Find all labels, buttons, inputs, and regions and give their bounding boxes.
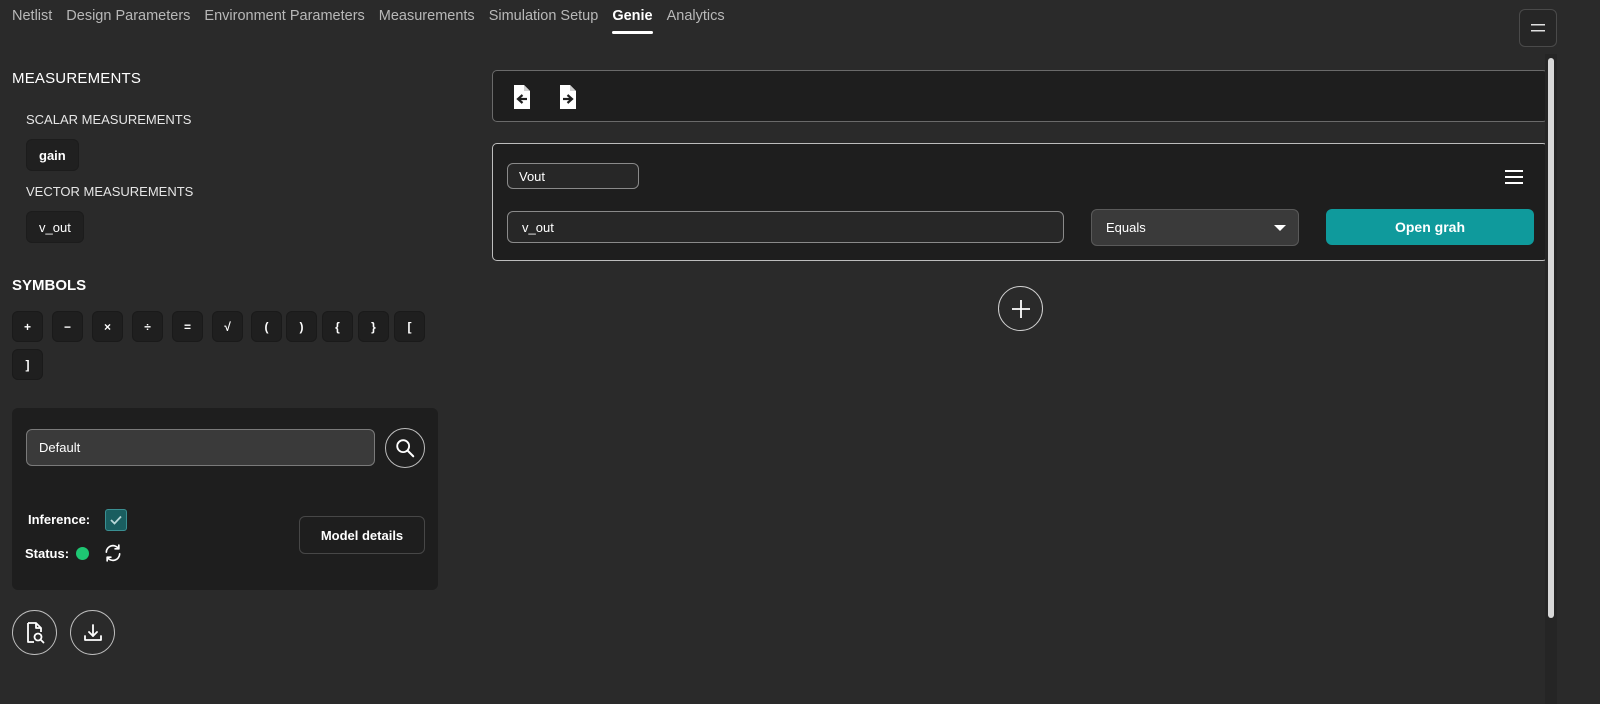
tab-analytics[interactable]: Analytics <box>667 8 725 30</box>
download-button[interactable] <box>70 610 115 655</box>
search-icon <box>396 439 415 458</box>
symbol-multiply[interactable]: × <box>92 311 123 342</box>
model-input[interactable] <box>26 429 375 466</box>
open-graph-button[interactable]: Open grah <box>1326 209 1534 245</box>
menu-button[interactable] <box>1519 9 1557 47</box>
measurement-chip-gain[interactable]: gain <box>26 139 79 171</box>
card-menu-icon[interactable] <box>1505 168 1525 186</box>
check-icon <box>110 515 122 525</box>
status-indicator <box>76 547 89 560</box>
symbol-minus[interactable]: − <box>52 311 83 342</box>
tab-netlist[interactable]: Netlist <box>12 8 52 30</box>
symbol-divide[interactable]: ÷ <box>132 311 163 342</box>
symbol-sqrt[interactable]: √ <box>212 311 243 342</box>
plus-icon <box>1011 299 1030 318</box>
tab-design-parameters[interactable]: Design Parameters <box>66 8 190 30</box>
inference-checkbox[interactable] <box>105 509 127 531</box>
symbol-close-brace[interactable]: } <box>358 311 389 342</box>
download-icon <box>83 623 102 641</box>
symbol-close-paren[interactable]: ) <box>286 311 317 342</box>
refresh-icon[interactable] <box>103 543 123 563</box>
condition-select-value: Equals <box>1106 220 1146 235</box>
tab-environment-parameters[interactable]: Environment Parameters <box>204 8 364 30</box>
symbol-equals[interactable]: = <box>172 311 203 342</box>
add-measurement-button[interactable] <box>998 286 1043 331</box>
inference-label: Inference: <box>28 512 91 527</box>
vector-measurements-title: VECTOR MEASUREMENTS <box>26 184 194 199</box>
file-search-button[interactable] <box>12 610 57 655</box>
condition-select[interactable]: Equals <box>1091 209 1299 246</box>
scalar-measurements-title: SCALAR MEASUREMENTS <box>26 112 192 127</box>
symbol-plus[interactable]: + <box>12 311 43 342</box>
symbol-open-bracket[interactable]: [ <box>394 311 425 342</box>
file-import-icon[interactable] <box>511 84 533 110</box>
equals-menu-icon <box>1531 24 1545 32</box>
tab-simulation-setup[interactable]: Simulation Setup <box>489 8 599 30</box>
expression-input[interactable] <box>507 211 1064 243</box>
top-tabs: Netlist Design Parameters Environment Pa… <box>12 8 725 34</box>
measurement-chip-v-out[interactable]: v_out <box>26 211 84 243</box>
measurement-name-input[interactable] <box>507 163 639 189</box>
symbol-open-paren[interactable]: ( <box>251 311 282 342</box>
file-export-icon[interactable] <box>557 84 579 110</box>
app-root: Netlist Design Parameters Environment Pa… <box>0 0 1600 704</box>
symbol-open-brace[interactable]: { <box>322 311 353 342</box>
file-search-icon <box>26 621 44 643</box>
tab-genie[interactable]: Genie <box>612 8 653 34</box>
scrollbar-thumb[interactable] <box>1548 58 1554 618</box>
status-label: Status: <box>25 546 70 561</box>
caret-down-icon <box>1274 225 1286 231</box>
model-panel: Inference: Status: Model details <box>12 408 438 590</box>
measurement-card: Equals Open grah <box>492 143 1548 261</box>
symbols-title: SYMBOLS <box>12 277 87 294</box>
editor-toolbar <box>492 70 1548 122</box>
search-button[interactable] <box>385 428 425 468</box>
model-details-button[interactable]: Model details <box>299 516 425 554</box>
tab-measurements[interactable]: Measurements <box>379 8 475 30</box>
symbol-close-bracket[interactable]: ] <box>12 349 43 380</box>
measurements-title: MEASUREMENTS <box>12 70 142 87</box>
